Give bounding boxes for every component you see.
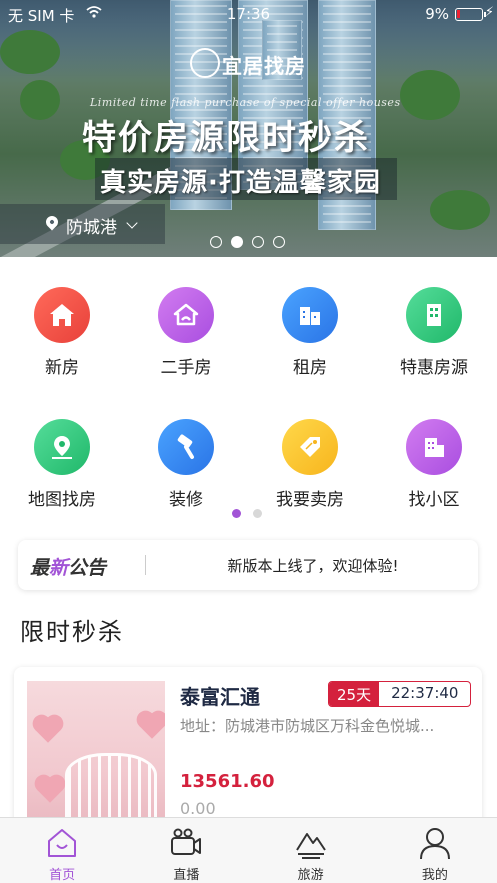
category-pagination <box>232 509 262 518</box>
heart-decoration <box>37 777 63 803</box>
charging-icon: ⚡ <box>484 5 494 20</box>
promo-banner[interactable]: 无 SIM 卡 17:36 9% ⚡ 宜居找房 Limited time fla… <box>0 0 497 257</box>
category-label: 特惠房源 <box>400 358 468 378</box>
tab-label: 直播 <box>173 868 200 883</box>
countdown-timer: 25天 22:37:40 <box>328 681 472 707</box>
banner-pagination <box>210 236 285 248</box>
category-label: 二手房 <box>160 358 212 378</box>
banner-dot[interactable] <box>210 236 222 248</box>
mountain-icon <box>295 833 326 859</box>
community-building-icon <box>406 419 462 475</box>
category-new-house[interactable]: 新房 <box>0 287 124 378</box>
brand-name: 宜居找房 <box>222 54 306 78</box>
divider <box>145 555 146 575</box>
brand-logo-icon <box>190 48 220 78</box>
city-name: 防城港 <box>66 218 117 238</box>
category-label: 找小区 <box>408 490 460 510</box>
announcement-label: 最新公告 <box>30 553 106 580</box>
category-page-dot-active[interactable] <box>232 509 241 518</box>
banner-dot-active[interactable] <box>231 236 243 248</box>
category-rent[interactable]: 租房 <box>248 287 372 378</box>
chevron-down-icon <box>126 217 138 229</box>
banner-tagline-en: Limited time flash purchase of special o… <box>90 96 401 109</box>
announcement-label-highlight: 新 <box>49 557 69 579</box>
price-tag-icon <box>282 419 338 475</box>
banner-dot[interactable] <box>273 236 285 248</box>
listing-image <box>27 681 165 831</box>
banner-tree <box>20 80 60 120</box>
banner-dot[interactable] <box>252 236 264 248</box>
category-map-search[interactable]: 地图找房 <box>0 419 124 510</box>
banner-tree <box>0 30 60 74</box>
paint-roller-icon <box>158 419 214 475</box>
category-sell-house[interactable]: 我要卖房 <box>248 419 372 510</box>
video-camera-icon <box>171 828 202 855</box>
category-label: 租房 <box>293 358 327 378</box>
countdown-days: 25天 <box>329 682 380 706</box>
listing-address: 地址：防城港市防城区万科金色悦城... <box>180 717 435 735</box>
listing-price: 13561.60 <box>180 771 275 792</box>
banner-subtitle: 真实房源·打造温馨家园 <box>100 168 381 198</box>
user-icon <box>419 828 450 860</box>
category-find-community[interactable]: 找小区 <box>372 419 496 510</box>
listing-title: 泰富汇通 <box>180 685 260 709</box>
announcement-bar[interactable]: 最新公告 新版本上线了，欢迎体验! <box>18 540 478 590</box>
heart-decoration <box>139 713 165 739</box>
banner-title: 特价房源限时秒杀 <box>82 118 370 158</box>
second-hand-house-icon <box>158 287 214 343</box>
rent-building-icon <box>282 287 338 343</box>
tab-travel[interactable]: 旅游 <box>249 818 373 883</box>
tab-label: 旅游 <box>297 868 324 883</box>
clock: 17:36 <box>226 5 271 23</box>
battery-percent: 9% <box>425 5 449 23</box>
tab-profile[interactable]: 我的 <box>373 818 497 883</box>
tab-label: 首页 <box>49 868 76 883</box>
tab-label: 我的 <box>421 868 448 883</box>
banner-tree <box>430 190 490 230</box>
location-pin-icon <box>43 213 61 231</box>
listing-original-price: 0.00 <box>180 799 216 818</box>
home-icon <box>48 829 77 857</box>
category-label: 我要卖房 <box>276 490 344 510</box>
announcement-text: 新版本上线了，欢迎体验! <box>227 557 399 575</box>
discount-building-icon <box>406 287 462 343</box>
category-label: 新房 <box>45 358 79 378</box>
tab-live[interactable]: 直播 <box>124 818 248 883</box>
category-grid: 新房 二手房 租房 特惠房源 地图找房 装修 我要卖房 找小区 <box>0 257 497 535</box>
house-icon <box>34 287 90 343</box>
announcement-label-suffix: 公告 <box>68 557 107 579</box>
announcement-label-prefix: 最 <box>30 557 50 579</box>
category-label: 地图找房 <box>28 490 96 510</box>
category-label: 装修 <box>169 490 203 510</box>
category-second-hand[interactable]: 二手房 <box>124 287 248 378</box>
countdown-time: 22:37:40 <box>391 684 459 702</box>
banner-tree <box>400 70 460 120</box>
heart-decoration <box>35 717 61 743</box>
flash-sale-title: 限时秒杀 <box>20 618 124 646</box>
status-bar: 无 SIM 卡 17:36 9% ⚡ <box>0 0 497 28</box>
map-pin-icon <box>34 419 90 475</box>
category-decoration[interactable]: 装修 <box>124 419 248 510</box>
city-selector[interactable]: 防城港 <box>0 204 165 244</box>
bottom-tab-bar: 首页 直播 旅游 我的 <box>0 817 497 883</box>
battery-icon <box>455 8 486 21</box>
listing-card[interactable]: 泰富汇通 25天 22:37:40 地址：防城港市防城区万科金色悦城... 13… <box>14 667 482 837</box>
category-discount[interactable]: 特惠房源 <box>372 287 496 378</box>
app-screen: 无 SIM 卡 17:36 9% ⚡ 宜居找房 Limited time fla… <box>0 0 497 883</box>
tab-home[interactable]: 首页 <box>0 818 124 883</box>
category-page-dot[interactable] <box>253 509 262 518</box>
